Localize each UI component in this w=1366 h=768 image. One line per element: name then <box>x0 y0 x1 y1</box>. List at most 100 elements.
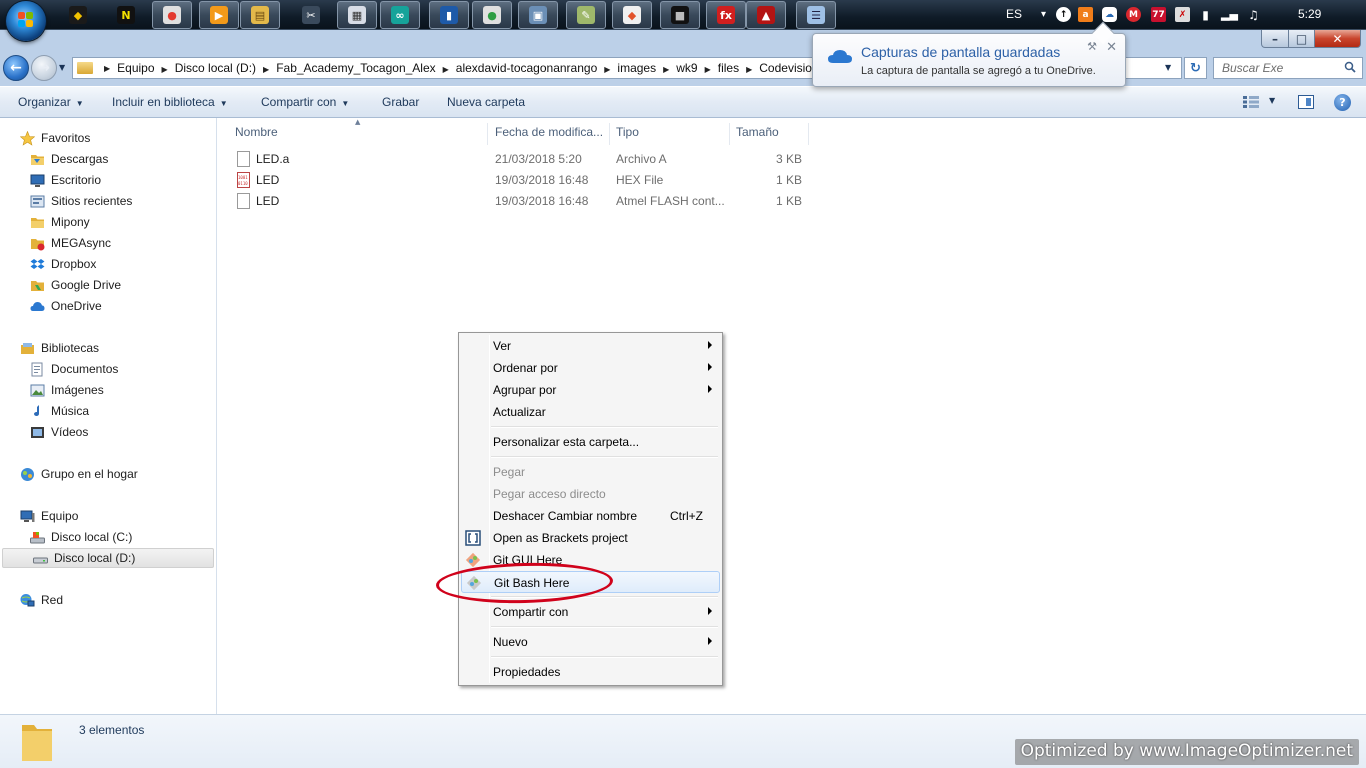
nav-item-drive-d[interactable]: Disco local (D:) <box>2 548 214 568</box>
windows-explorer-app[interactable]: ▤ <box>240 1 280 29</box>
remote-desktop-app[interactable]: ▣ <box>518 1 558 29</box>
address-history-dropdown-icon[interactable]: ▼ <box>1165 63 1171 72</box>
breadcrumb-item[interactable]: wk9 <box>674 61 699 75</box>
breadcrumb-chevron-icon[interactable]: ▶ <box>258 65 274 74</box>
forward-button[interactable]: → <box>31 55 57 81</box>
app-77-icon[interactable]: 77 <box>1151 7 1166 22</box>
nav-item-music[interactable]: Música <box>0 401 215 421</box>
nav-libraries[interactable]: Bibliotecas <box>0 338 215 358</box>
avast-icon[interactable]: a <box>1078 7 1093 22</box>
file-row[interactable]: LED 19/03/2018 16:48 HEX File 1 KB <box>218 170 818 191</box>
breadcrumb-chevron-icon[interactable]: ▶ <box>157 65 173 74</box>
vlc-media-player-app[interactable]: ▶ <box>199 1 239 29</box>
start-button[interactable] <box>6 1 46 41</box>
help-button[interactable]: ? <box>1334 94 1351 111</box>
nav-homegroup[interactable]: Grupo en el hogar <box>0 464 215 484</box>
nav-item-dropbox[interactable]: Dropbox <box>0 254 215 274</box>
nav-item-mipony[interactable]: Mipony <box>0 212 215 232</box>
menu-item-sort-by[interactable]: Ordenar por <box>461 357 720 379</box>
usb-device-icon[interactable]: ▮ <box>1198 7 1213 22</box>
git-gui-app[interactable]: ◆ <box>612 1 652 29</box>
arduino-app[interactable]: ∞ <box>380 1 420 29</box>
search-input[interactable]: Buscar Exe <box>1213 57 1363 79</box>
breadcrumb-chevron-icon[interactable]: ▶ <box>438 65 454 74</box>
balloon-close-icon[interactable]: ✕ <box>1106 40 1117 55</box>
clock[interactable]: 5:29 <box>1298 7 1321 21</box>
chrome-app-2[interactable]: ● <box>472 1 512 29</box>
norton-commander-app[interactable]: N <box>106 1 146 29</box>
menu-item-properties[interactable]: Propiedades <box>461 661 720 683</box>
nav-item-documents[interactable]: Documentos <box>0 359 215 379</box>
nav-item-megasync[interactable]: MEGAsync <box>0 233 215 253</box>
breadcrumb-item[interactable]: Fab_Academy_Tocagon_Alex <box>274 61 437 75</box>
atmel-studio-app[interactable]: ▮ <box>429 1 469 29</box>
norton-app[interactable]: ◆ <box>58 1 98 29</box>
settings-wrench-icon[interactable]: ⚒ <box>1087 40 1097 53</box>
column-header-name[interactable]: Nombre <box>235 123 488 145</box>
include-in-library-button[interactable]: Incluir en biblioteca ▼ <box>112 95 228 109</box>
action-center-icon[interactable]: ✗ <box>1175 7 1190 22</box>
calculator-app[interactable]: ▦ <box>337 1 377 29</box>
notes-app[interactable]: ☰ <box>796 1 836 29</box>
minimize-button[interactable]: – <box>1261 30 1289 48</box>
autodesk-app[interactable]: ▲ <box>746 1 786 29</box>
change-view-icon[interactable] <box>1243 96 1259 108</box>
nav-item-pictures[interactable]: Imágenes <box>0 380 215 400</box>
nav-computer[interactable]: Equipo <box>0 506 215 526</box>
mega-icon[interactable]: M <box>1126 7 1141 22</box>
cloud-upload-icon[interactable]: ↑ <box>1056 7 1071 22</box>
nav-item-google-drive[interactable]: Google Drive <box>0 275 215 295</box>
column-header-date[interactable]: Fecha de modifica... <box>495 123 610 145</box>
menu-item-view[interactable]: Ver <box>461 335 720 357</box>
onedrive-icon[interactable]: ☁ <box>1102 7 1117 22</box>
organize-button[interactable]: Organizar ▼ <box>18 95 84 109</box>
language-indicator[interactable]: ES <box>1006 7 1022 21</box>
menu-item-refresh[interactable]: Actualizar <box>461 401 720 423</box>
burn-button[interactable]: Grabar <box>382 95 419 109</box>
breadcrumb-item[interactable]: alexdavid-tocagonanrango <box>454 61 599 75</box>
breadcrumb-chevron-icon[interactable]: ▶ <box>599 65 615 74</box>
file-row[interactable]: LED.a 21/03/2018 5:20 Archivo A 3 KB <box>218 149 818 170</box>
file-row[interactable]: LED 19/03/2018 16:48 Atmel FLASH cont... 1 … <box>218 191 818 212</box>
nav-item-recent-places[interactable]: Sitios recientes <box>0 191 215 211</box>
search-icon[interactable] <box>1344 61 1356 73</box>
new-folder-button[interactable]: Nueva carpeta <box>447 95 525 109</box>
view-options-dropdown-icon[interactable]: ▼ <box>1269 96 1275 105</box>
maximize-button[interactable]: □ <box>1288 30 1315 48</box>
refresh-button[interactable]: ↻ <box>1184 57 1207 79</box>
nav-item-videos[interactable]: Vídeos <box>0 422 215 442</box>
preview-pane-button[interactable] <box>1298 95 1314 109</box>
breadcrumb-item[interactable]: images <box>615 61 658 75</box>
nav-item-desktop[interactable]: Escritorio <box>0 170 215 190</box>
share-with-button[interactable]: Compartir con ▼ <box>261 95 349 109</box>
recent-pages-dropdown-icon[interactable]: ▼ <box>59 63 65 72</box>
menu-item-customize-folder[interactable]: Personalizar esta carpeta... <box>461 431 720 453</box>
menu-item-group-by[interactable]: Agrupar por <box>461 379 720 401</box>
back-button[interactable]: ← <box>3 55 29 81</box>
nav-item-onedrive[interactable]: OneDrive <box>0 296 215 316</box>
nav-item-drive-c[interactable]: Disco local (C:) <box>0 527 215 547</box>
column-header-size[interactable]: Tamaño <box>736 123 809 145</box>
notepad-app[interactable]: ✎ <box>566 1 606 29</box>
breadcrumb-chevron-icon[interactable]: ▶ <box>99 64 115 73</box>
menu-item-share-with[interactable]: Compartir con <box>461 601 720 623</box>
show-hidden-icons-icon[interactable]: ▾ <box>1036 7 1051 22</box>
breadcrumb-item[interactable]: files <box>716 61 741 75</box>
onedrive-notification-balloon[interactable]: Capturas de pantalla guardadas La captur… <box>812 21 1126 87</box>
breadcrumb-chevron-icon[interactable]: ▶ <box>741 65 757 74</box>
menu-item-open-brackets[interactable]: Open as Brackets project <box>461 527 720 549</box>
snipping-tool-app[interactable]: ✂ <box>291 1 331 29</box>
menu-item-new[interactable]: Nuevo <box>461 631 720 653</box>
breadcrumb-item[interactable]: Disco local (D:) <box>173 61 258 75</box>
nav-network[interactable]: Red <box>0 590 215 610</box>
flux-app[interactable]: fx <box>706 1 746 29</box>
close-button[interactable]: ✕ <box>1314 30 1361 48</box>
menu-item-undo-rename[interactable]: Deshacer Cambiar nombre Ctrl+Z <box>461 505 720 527</box>
nav-favorites[interactable]: Favoritos <box>0 128 215 148</box>
volume-icon[interactable]: ♫ <box>1246 7 1261 22</box>
chrome-app[interactable]: ● <box>152 1 192 29</box>
breadcrumb-item[interactable]: Equipo <box>115 61 156 75</box>
terminal-app[interactable]: ■ <box>660 1 700 29</box>
nav-item-downloads[interactable]: Descargas <box>0 149 215 169</box>
breadcrumb-chevron-icon[interactable]: ▶ <box>700 65 716 74</box>
